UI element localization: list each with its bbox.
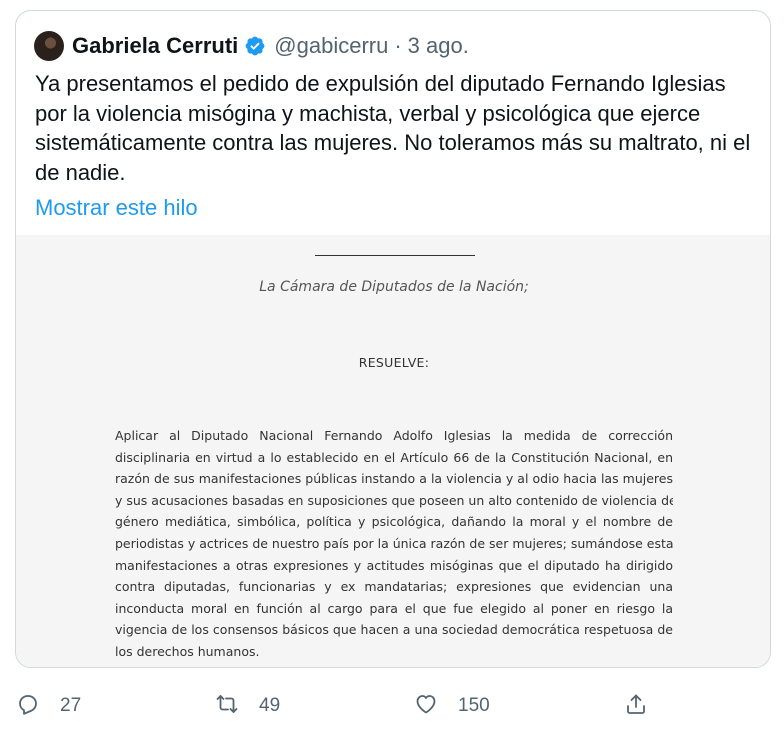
tweet-actions-bar: 27 49 150: [0, 690, 784, 722]
document-line: género mediática, simbólica, política y …: [115, 514, 673, 530]
display-name[interactable]: Gabriela Cerruti: [72, 33, 238, 59]
retweet-count: 49: [259, 695, 281, 716]
document-line: y sus acusaciones basadas en suposicione…: [115, 492, 673, 508]
avatar[interactable]: [34, 31, 64, 61]
reply-button[interactable]: 27: [16, 690, 81, 722]
share-icon: [624, 692, 648, 721]
verified-badge-icon: [244, 35, 266, 57]
document-line: manifestaciones a otras expresiones y ac…: [115, 557, 673, 573]
reply-count: 27: [60, 695, 82, 716]
tweet-text: Ya presentamos el pedido de expulsión de…: [35, 71, 751, 185]
document-line: vigencia de los consensos básicos que ha…: [115, 622, 673, 638]
quoted-tweet-header: Gabriela Cerruti @gabicerru · 3 ago.: [34, 30, 469, 62]
document-line: inconducta moral en función al cargo par…: [115, 600, 673, 616]
attached-document-image[interactable]: La Cámara de Diputados de la Nación; RES…: [16, 235, 770, 667]
document-line: periodistas y actrices de nuestro país p…: [115, 535, 673, 551]
document-line: contra diputadas, funcionarias y ex mand…: [115, 579, 673, 595]
show-thread-link[interactable]: Mostrar este hilo: [35, 195, 198, 221]
like-count: 150: [458, 695, 490, 716]
document-line: los derechos humanos.: [115, 643, 260, 659]
document-body: Aplicar al Diputado Nacional Fernando Ad…: [115, 425, 673, 663]
retweet-button[interactable]: 49: [215, 690, 280, 722]
document-rule: [315, 255, 475, 256]
user-handle[interactable]: @gabicerru: [274, 33, 388, 59]
separator-dot: ·: [394, 33, 402, 58]
retweet-icon: [215, 692, 239, 721]
tweet-date[interactable]: 3 ago.: [408, 33, 469, 59]
reply-icon: [16, 692, 40, 721]
heart-icon: [414, 692, 438, 721]
quoted-tweet-card[interactable]: Gabriela Cerruti @gabicerru · 3 ago. Ya …: [15, 10, 771, 668]
like-button[interactable]: 150: [414, 690, 490, 722]
document-chamber-heading: La Cámara de Diputados de la Nación;: [259, 279, 529, 295]
document-line: disciplinaria en virtud a lo establecido…: [115, 449, 673, 465]
document-line: Aplicar al Diputado Nacional Fernando Ad…: [115, 428, 673, 443]
share-button[interactable]: [624, 690, 648, 722]
document-line: razón de sus manifestaciones públicas in…: [115, 471, 673, 487]
document-resolves-heading: RESUELVE:: [358, 355, 430, 370]
